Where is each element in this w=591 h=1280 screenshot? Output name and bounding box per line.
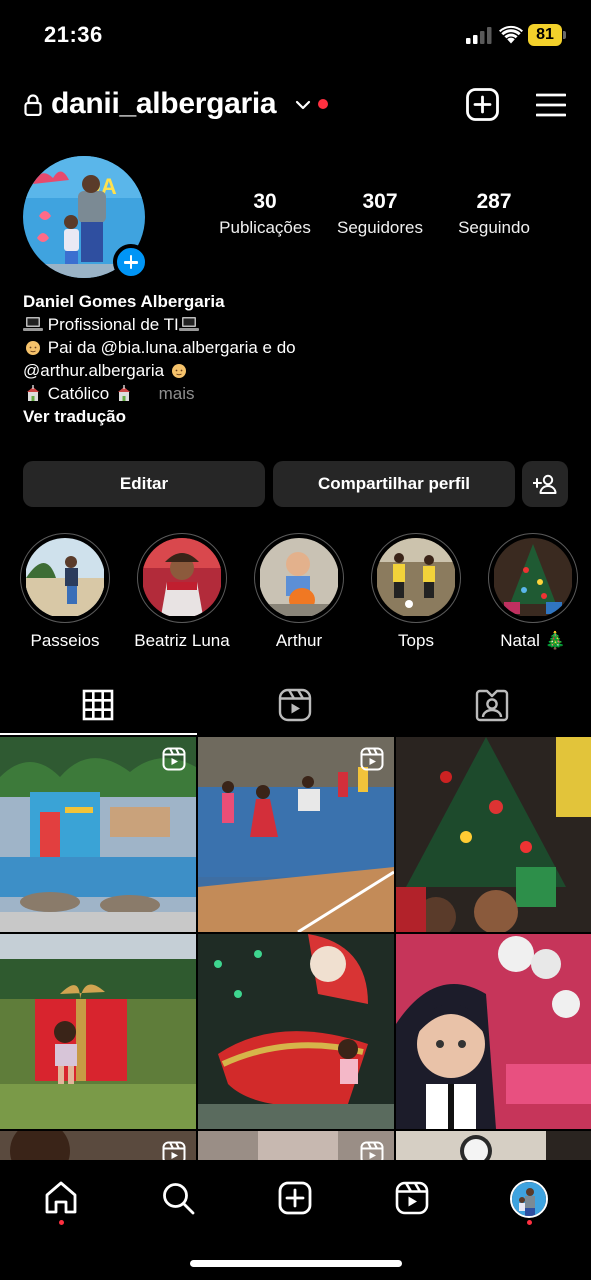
bio-line-2: Pai da @bia.luna.albergaria e do — [23, 336, 563, 359]
chevron-down-icon[interactable] — [295, 99, 311, 111]
battery-icon: 81 — [528, 24, 566, 46]
profile-full-name: Daniel Gomes Albergaria — [23, 292, 225, 311]
edit-profile-button[interactable]: Editar — [23, 461, 265, 507]
reels-icon[interactable] — [277, 687, 313, 723]
home-notification-dot — [59, 1220, 64, 1225]
wifi-icon — [499, 25, 523, 44]
profile-header: danii_albergaria — [0, 80, 591, 132]
bio-more-link[interactable]: mais — [159, 384, 195, 403]
highlight-label: Tops — [398, 631, 434, 650]
post-thumbnail[interactable] — [396, 737, 591, 932]
profile-username[interactable]: danii_albergaria — [51, 87, 277, 121]
highlight-label: Natal 🎄 — [500, 631, 566, 650]
home-indicator — [190, 1260, 402, 1267]
highlight-label: Passeios — [30, 631, 100, 650]
followers-count: 307 — [362, 190, 398, 213]
highlight-tops[interactable]: Tops — [371, 533, 461, 651]
search-icon[interactable] — [160, 1180, 196, 1216]
profile-notification-dot — [527, 1220, 532, 1225]
post-thumbnail[interactable] — [198, 934, 394, 1129]
highlight-arthur[interactable]: Arthur — [254, 533, 344, 651]
lock-icon — [24, 94, 42, 116]
laptop-icon — [178, 317, 199, 331]
following-count: 287 — [476, 190, 512, 213]
see-translation-link[interactable]: Ver tradução — [23, 405, 563, 428]
cellular-signal-icon — [466, 27, 492, 44]
add-person-icon — [532, 474, 557, 494]
menu-icon[interactable] — [536, 92, 566, 118]
bio-line-4: Católico mais — [23, 382, 563, 405]
share-profile-button[interactable]: Compartilhar perfil — [273, 461, 515, 507]
baby-icon — [26, 341, 40, 355]
highlight-label: Arthur — [275, 631, 323, 650]
bottom-navigation — [0, 1160, 591, 1280]
create-icon[interactable] — [277, 1180, 313, 1216]
grid-icon[interactable] — [80, 687, 116, 723]
highlight-passeios[interactable]: Passeios — [20, 533, 110, 651]
discover-people-button[interactable] — [522, 461, 568, 507]
following-label: Seguindo — [458, 218, 530, 237]
reel-badge-icon — [360, 747, 384, 771]
church-icon — [117, 385, 130, 401]
post-thumbnail[interactable] — [198, 737, 394, 932]
posts-count: 30 — [253, 190, 277, 213]
home-icon[interactable] — [43, 1180, 79, 1216]
battery-level: 81 — [528, 24, 562, 46]
post-thumbnail[interactable] — [0, 737, 196, 932]
profile-bio: Daniel Gomes Albergaria Profissional de … — [23, 290, 563, 428]
tagged-icon[interactable] — [474, 687, 510, 723]
reel-badge-icon — [162, 747, 186, 771]
highlight-beatriz-luna[interactable]: Beatriz Luna — [134, 533, 230, 651]
status-bar: 21:36 81 — [0, 0, 591, 70]
bio-line-1: Profissional de TI — [23, 313, 563, 336]
add-story-button[interactable] — [113, 244, 149, 280]
highlight-label: Beatriz Luna — [134, 631, 230, 650]
posts-grid — [0, 737, 591, 1167]
post-thumbnail[interactable] — [396, 934, 591, 1129]
profile-avatar[interactable]: DA — [23, 156, 149, 280]
stat-posts[interactable]: 30 Publicações — [212, 190, 318, 238]
laptop-icon — [23, 317, 43, 331]
active-tab-indicator — [0, 733, 197, 735]
notification-dot — [318, 99, 328, 109]
church-icon — [27, 385, 39, 401]
highlight-natal[interactable]: Natal 🎄 — [488, 533, 578, 651]
followers-label: Seguidores — [336, 218, 423, 237]
post-thumbnail[interactable] — [0, 934, 196, 1129]
stat-followers[interactable]: 307 Seguidores — [330, 190, 430, 238]
stat-following[interactable]: 287 Seguindo — [445, 190, 543, 238]
create-post-icon[interactable] — [466, 88, 499, 121]
baby-icon — [171, 364, 186, 378]
profile-tab-avatar[interactable] — [510, 1180, 548, 1218]
bio-line-3: @arthur.albergaria — [23, 359, 563, 382]
reels-icon[interactable] — [394, 1180, 430, 1216]
posts-label: Publicações — [219, 218, 311, 237]
status-time: 21:36 — [44, 22, 103, 47]
